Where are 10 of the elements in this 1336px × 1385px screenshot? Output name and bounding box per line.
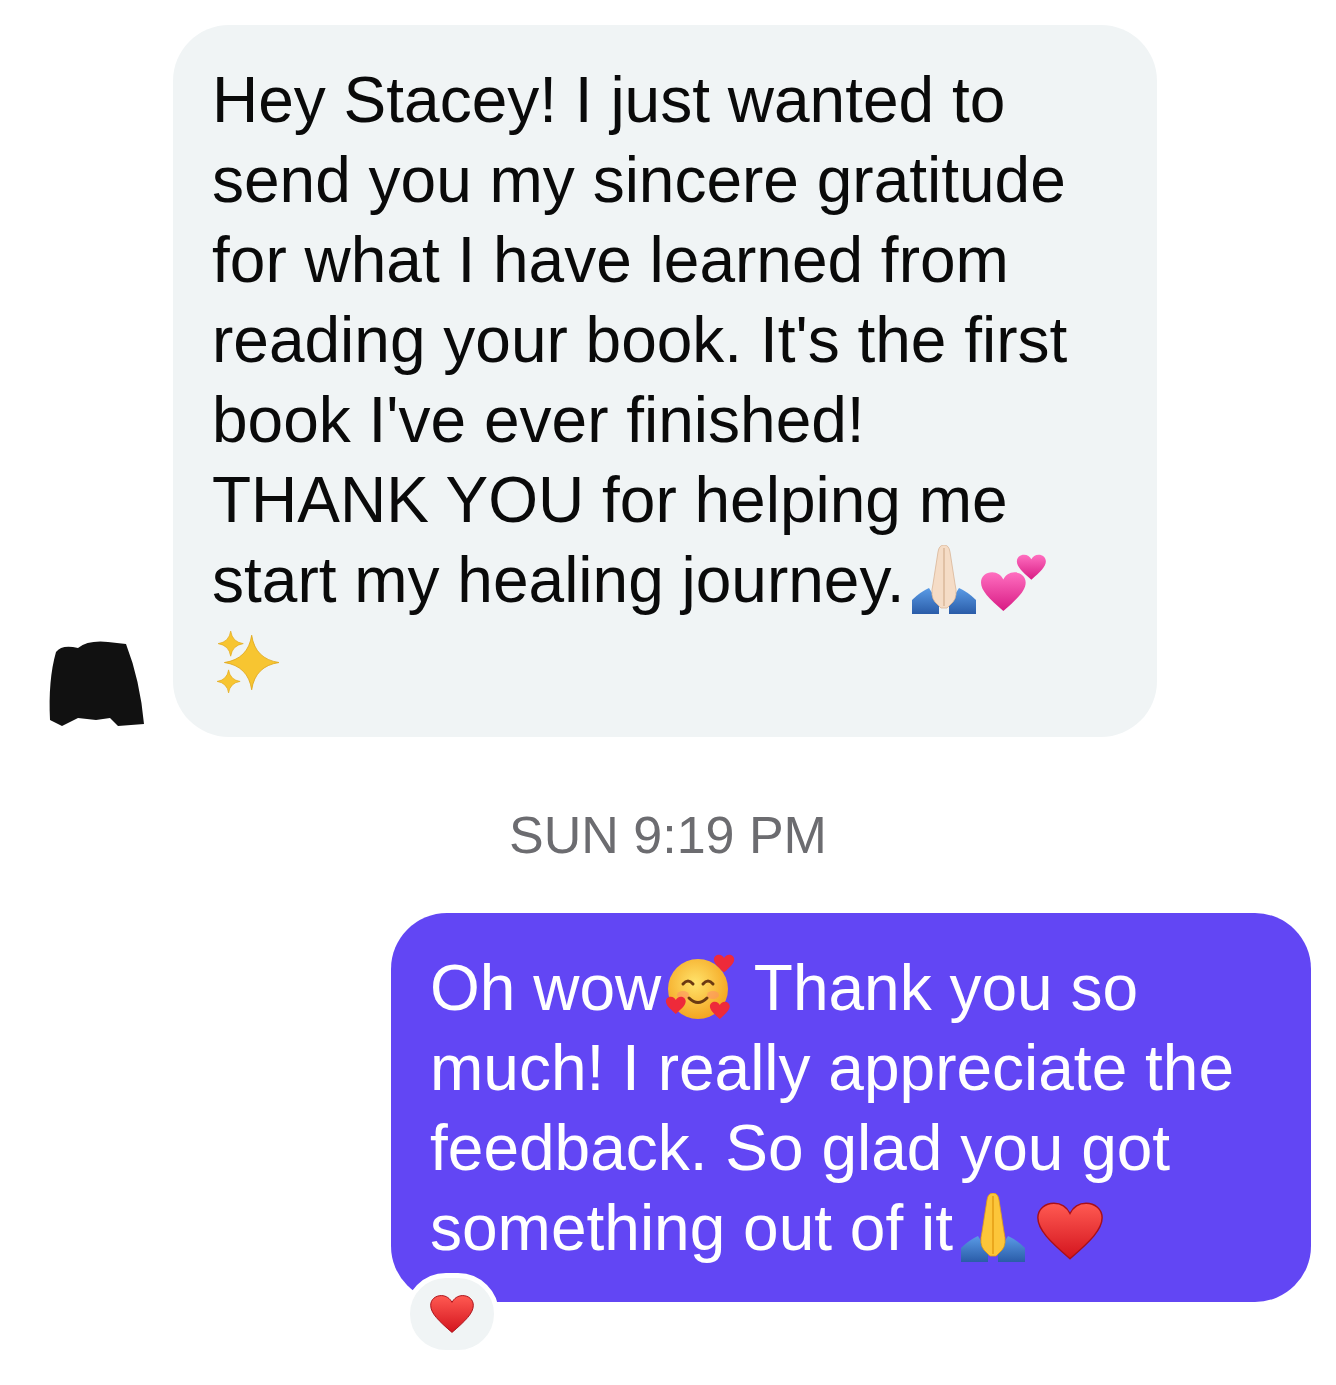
scribbled-out-avatar-icon xyxy=(48,640,145,727)
timestamp: SUN 9:19 PM xyxy=(509,805,827,865)
message-text: Oh wow Thank you so much! I really appreciate the feedback. So glad you got something out of it xyxy=(430,951,1235,1266)
heart-icon xyxy=(1036,1202,1103,1260)
smiling-face-hearts-icon xyxy=(665,954,736,1022)
two-hearts-icon xyxy=(980,554,1049,614)
folded-hands-icon xyxy=(912,545,977,614)
message-text: Hey Stacey! I just wanted to send you my sincere gratitude for what I have learned from reading your book. It's the first book I've ever finished! THANK YOU for helping me start my healing journey. xyxy=(212,60,1085,700)
folded-hands-icon xyxy=(960,1193,1025,1262)
sparkles-icon xyxy=(216,630,280,694)
